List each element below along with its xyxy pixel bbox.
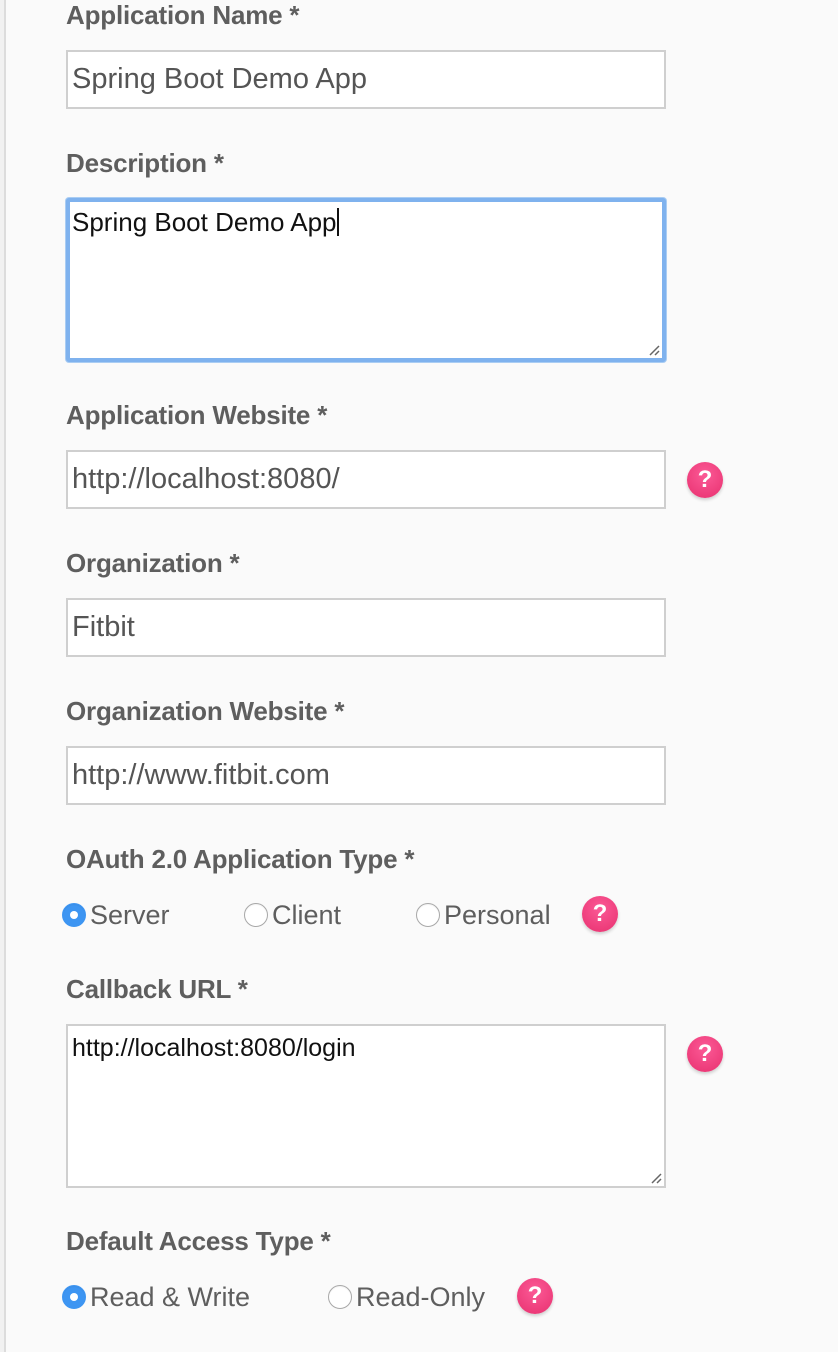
radio-client[interactable] [244,903,268,927]
radio-server[interactable] [62,903,86,927]
oauth-type-help-icon[interactable]: ? [582,896,618,932]
oauth-type-option-personal[interactable]: Personal [416,897,551,933]
access-type-radio-group: Read & Write Read-Only [62,1279,662,1315]
description-text: Spring Boot Demo App [72,207,337,237]
callback-url-textarea[interactable]: http://localhost:8080/login [66,1024,666,1188]
radio-label-server: Server [90,899,170,930]
resize-grip-icon[interactable] [648,344,660,356]
access-type-help-icon[interactable]: ? [517,1278,553,1314]
radio-label-read-only: Read-Only [356,1281,486,1312]
callback-url-help-icon[interactable]: ? [687,1036,723,1072]
description-label: Description * [66,148,224,178]
organization-label: Organization * [66,548,240,578]
text-caret [336,208,339,236]
resize-grip-icon[interactable] [650,1172,662,1184]
left-rail [0,0,6,1352]
description-textarea[interactable]: Spring Boot Demo App [66,198,666,362]
radio-personal[interactable] [416,903,440,927]
callback-url-text: http://localhost:8080/login [72,1034,356,1062]
callback-url-label: Callback URL * [66,974,248,1004]
access-type-option-read-only[interactable]: Read-Only [328,1279,485,1315]
organization-website-label: Organization Website * [66,696,345,726]
radio-label-personal: Personal [444,899,551,930]
application-name-label: Application Name * [66,0,300,30]
application-website-label: Application Website * [66,400,328,430]
access-type-option-read-write[interactable]: Read & Write [62,1279,250,1315]
radio-label-client: Client [272,899,342,930]
radio-read-only[interactable] [328,1285,352,1309]
organization-website-input[interactable] [66,746,666,805]
application-website-help-icon[interactable]: ? [687,462,723,498]
radio-read-write[interactable] [62,1285,86,1309]
application-website-input[interactable] [66,450,666,509]
default-access-type-label: Default Access Type * [66,1226,331,1256]
organization-input[interactable] [66,598,666,657]
oauth-type-option-client[interactable]: Client [244,897,341,933]
oauth-type-option-server[interactable]: Server [62,897,170,933]
application-name-input[interactable] [66,50,666,109]
oauth-type-radio-group: Server Client Personal [62,897,662,933]
oauth-type-label: OAuth 2.0 Application Type * [66,844,415,874]
radio-label-read-write: Read & Write [90,1281,251,1312]
